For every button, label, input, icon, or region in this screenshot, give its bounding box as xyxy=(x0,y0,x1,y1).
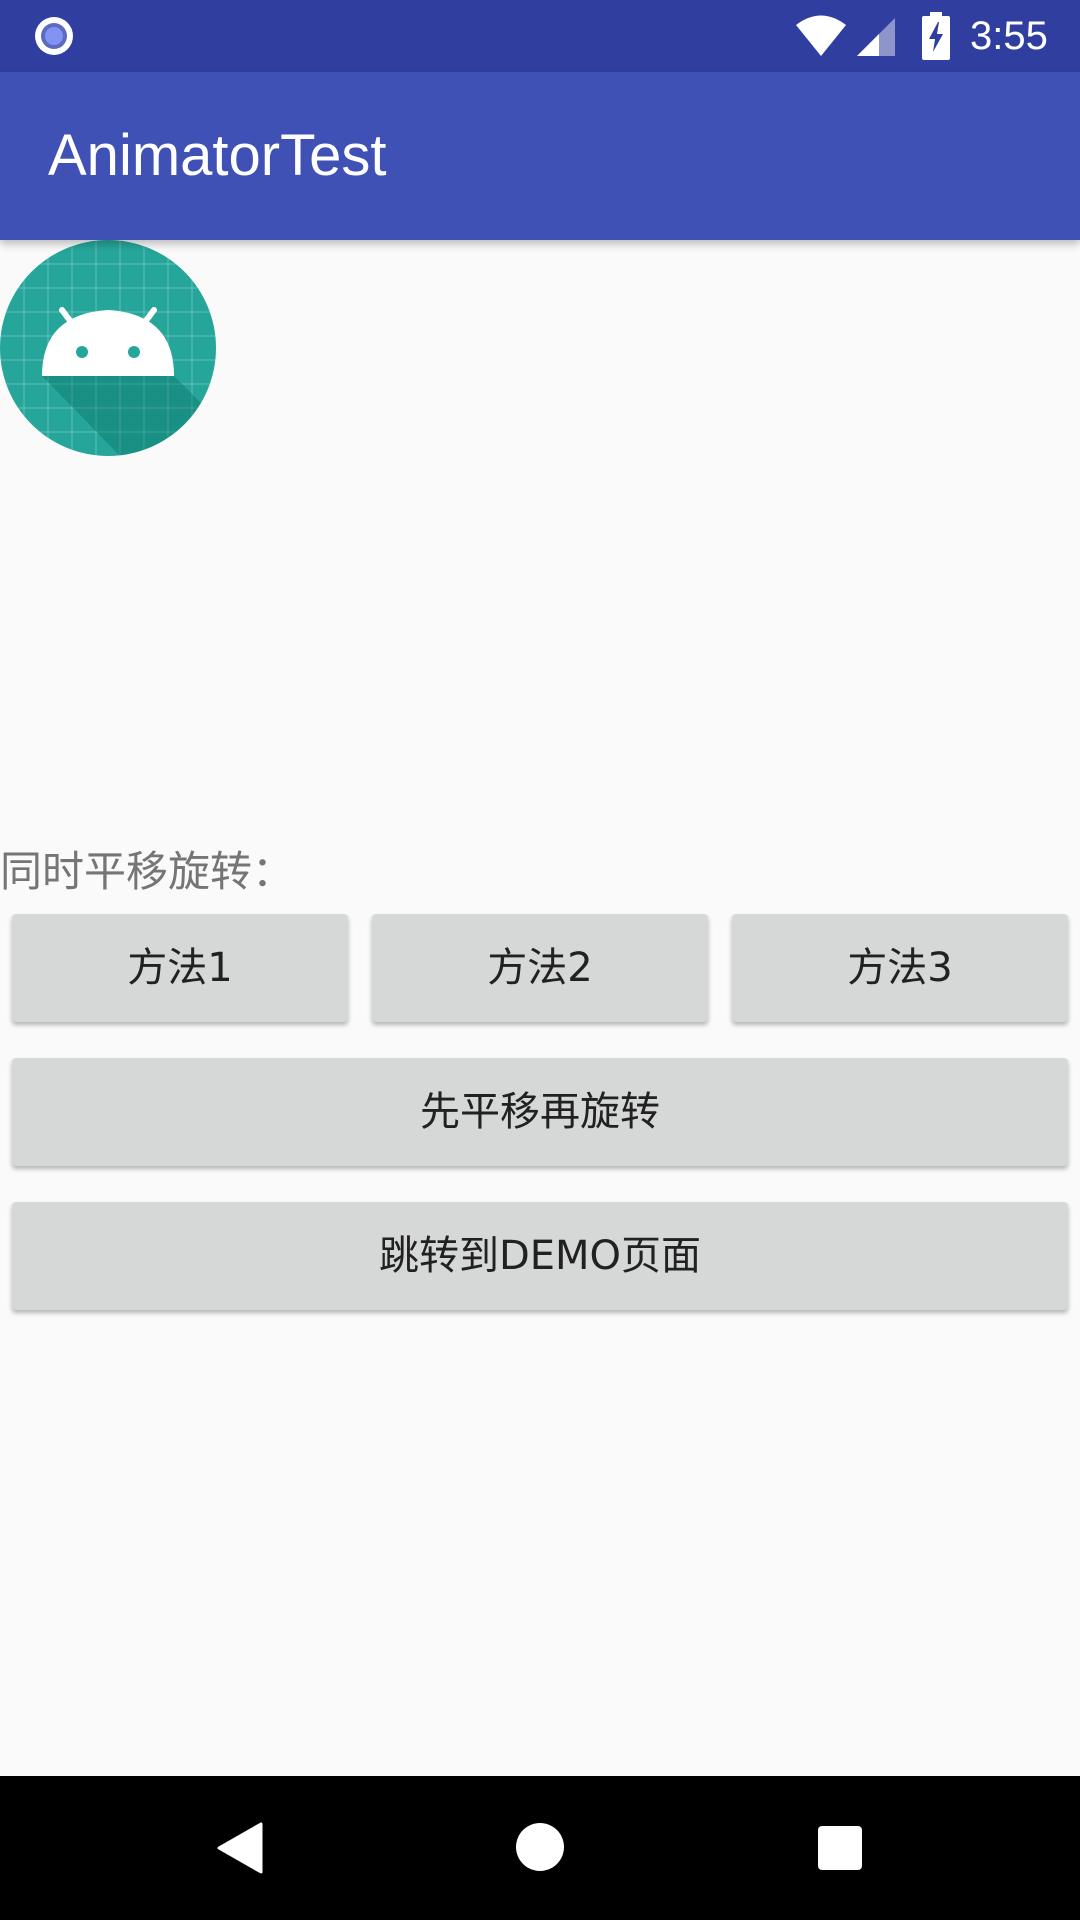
go-to-demo-button[interactable]: 跳转到DEMO页面 xyxy=(12,1202,1068,1310)
battery-charging-icon xyxy=(922,12,950,60)
wifi-icon xyxy=(796,15,846,56)
status-time: 3:55 xyxy=(970,14,1048,58)
home-icon[interactable] xyxy=(515,1822,565,1872)
recents-icon[interactable] xyxy=(817,1825,863,1871)
back-icon[interactable] xyxy=(215,1822,263,1874)
status-bar: 3:55 xyxy=(0,0,1080,72)
translate-then-rotate-button[interactable]: 先平移再旋转 xyxy=(12,1058,1068,1166)
section-label: 同时平移旋转： xyxy=(0,847,295,896)
method-1-button[interactable]: 方法1 xyxy=(12,914,348,1022)
method-2-button[interactable]: 方法2 xyxy=(372,914,708,1022)
app-title: AnimatorTest xyxy=(48,123,387,188)
notification-icon xyxy=(35,17,73,55)
cell-signal-icon xyxy=(857,18,895,56)
screen: 3:55 AnimatorTest 同时平移旋转： 方法1 方法2 方法3 先平… xyxy=(0,0,1080,1920)
android-launcher-icon xyxy=(0,240,216,456)
method-3-button[interactable]: 方法3 xyxy=(732,914,1068,1022)
app-bar: AnimatorTest xyxy=(0,72,1080,240)
